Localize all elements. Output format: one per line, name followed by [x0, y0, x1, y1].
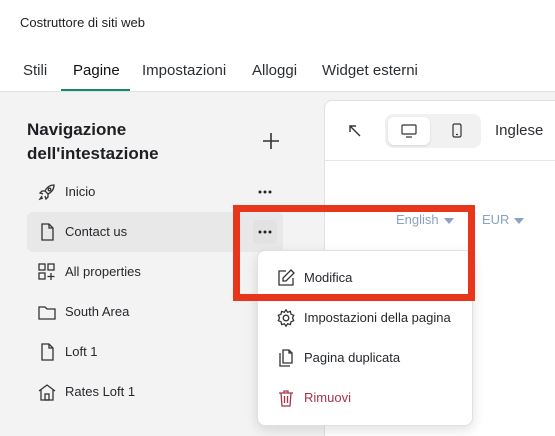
language-select[interactable]: English	[396, 212, 454, 227]
preview-language[interactable]: Inglese	[495, 122, 543, 139]
edit-icon	[276, 268, 296, 288]
nav-item-south-area[interactable]: South Area	[27, 292, 283, 332]
nav-item-label: Inicio	[65, 184, 96, 199]
nav-item-label: Rates Loft 1	[65, 384, 136, 399]
nav-item-rates-loft-1[interactable]: Rates Loft 1	[27, 372, 283, 412]
active-tab-indicator	[61, 89, 130, 91]
page-icon	[37, 222, 57, 242]
tab-bar: Stili Pagine Impostazioni Alloggi Widget…	[0, 50, 555, 92]
sidebar-title: Navigazione dell'intestazione	[27, 120, 159, 163]
nav-item-all-properties[interactable]: All properties	[27, 252, 283, 292]
menu-item-rimuovi[interactable]: Rimuovi	[258, 378, 474, 418]
nav-item-label: Loft 1	[65, 344, 98, 359]
tab-pagine[interactable]: Pagine	[73, 62, 120, 79]
nav-item-loft-1[interactable]: Loft 1	[27, 332, 283, 372]
tab-widget-esterni[interactable]: Widget esterni	[322, 62, 418, 79]
tab-impostazioni[interactable]: Impostazioni	[142, 62, 226, 79]
tab-stili[interactable]: Stili	[23, 62, 47, 79]
house-icon	[37, 382, 57, 402]
menu-item-pagina-duplicata[interactable]: Pagina duplicata	[258, 338, 474, 378]
collapse-arrow-icon[interactable]	[345, 121, 365, 141]
menu-item-label: Rimuovi	[304, 390, 351, 405]
mobile-icon	[452, 123, 462, 138]
device-switcher	[385, 114, 481, 148]
nav-item-label: All properties	[65, 264, 141, 279]
more-options-button[interactable]	[253, 180, 277, 204]
currency-select[interactable]: EUR	[482, 212, 525, 227]
caret-down-icon	[514, 217, 525, 224]
duplicate-icon	[276, 348, 296, 368]
page-icon	[37, 342, 57, 362]
menu-item-impostazioni-pagina[interactable]: Impostazioni della pagina	[258, 298, 474, 338]
tab-alloggi[interactable]: Alloggi	[252, 62, 297, 79]
folder-icon	[37, 302, 57, 322]
mobile-view-button[interactable]	[436, 117, 478, 145]
nav-item-contact-us[interactable]: Contact us	[27, 212, 283, 252]
app-title: Costruttore di siti web	[20, 15, 145, 30]
nav-item-inicio[interactable]: Inicio	[27, 172, 283, 212]
menu-item-label: Impostazioni della pagina	[304, 310, 451, 325]
more-dots-icon	[258, 190, 272, 194]
add-page-button[interactable]	[258, 128, 284, 154]
grid-plus-icon	[37, 262, 57, 282]
menu-item-label: Modifica	[304, 270, 353, 285]
more-dots-icon	[258, 230, 272, 234]
trash-icon	[276, 388, 296, 408]
plus-icon	[263, 133, 279, 149]
menu-item-modifica[interactable]: Modifica	[258, 258, 474, 298]
gear-icon	[276, 308, 296, 328]
page-context-menu: Modifica Impostazioni della pagina Pagin…	[257, 250, 473, 426]
caret-down-icon	[443, 217, 454, 224]
rocket-icon	[37, 182, 57, 202]
nav-item-label: South Area	[65, 304, 130, 319]
nav-item-label: Contact us	[65, 224, 128, 239]
top-bar: Costruttore di siti web	[0, 0, 555, 50]
desktop-icon	[401, 124, 417, 138]
menu-item-label: Pagina duplicata	[304, 350, 401, 365]
language-select-value: English	[396, 212, 439, 227]
more-options-button[interactable]	[253, 220, 277, 244]
currency-select-value: EUR	[482, 212, 510, 227]
preview-toolbar: Inglese	[325, 101, 555, 161]
desktop-view-button[interactable]	[388, 117, 430, 145]
